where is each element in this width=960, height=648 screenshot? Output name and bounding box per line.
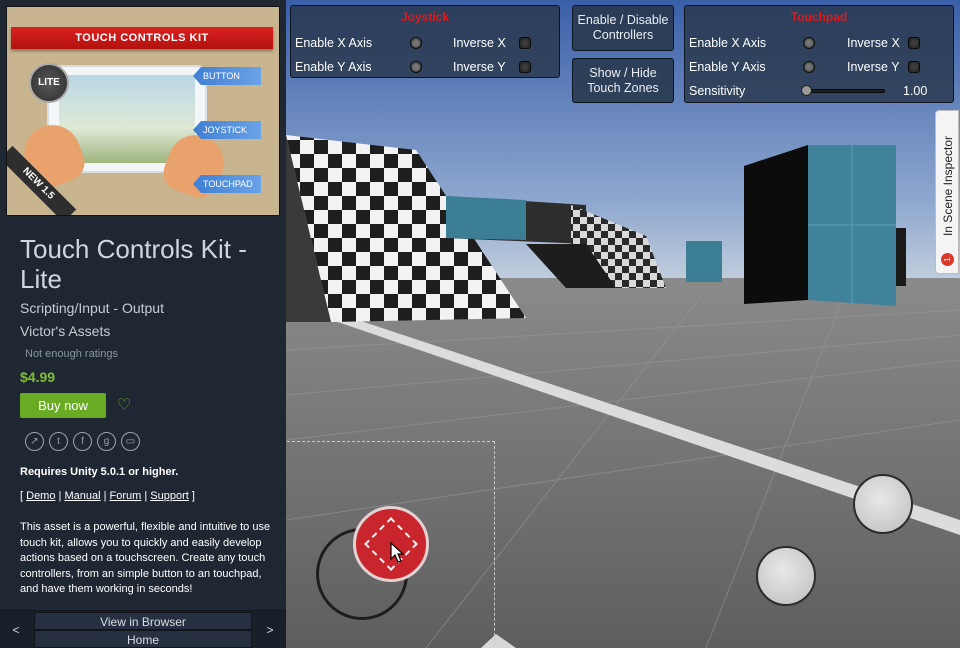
product-description: This asset is a powerful, flexible and i… (20, 521, 271, 595)
game-viewport[interactable]: Joystick Enable X Axis Inverse X Enable … (286, 0, 960, 648)
publisher-link[interactable]: Victor's Assets (20, 323, 110, 339)
google-plus-icon[interactable]: g (97, 432, 116, 451)
show-hide-touch-zones-button[interactable]: Show / Hide Touch Zones (572, 58, 674, 103)
touchpad-enable-x-toggle[interactable] (803, 37, 815, 49)
product-category-link[interactable]: Scripting/Input - Output (20, 300, 164, 316)
touch-button-upper[interactable] (853, 474, 913, 534)
joystick-enable-y-label: Enable Y Axis (295, 60, 372, 74)
resource-links: [ Demo | Manual | Forum | Support ] (20, 490, 195, 502)
touchpad-inverse-x-toggle[interactable] (908, 37, 920, 49)
previous-button[interactable]: < (0, 611, 32, 648)
inspector-tab-label: In Scene Inspector (941, 135, 955, 237)
share-link-icon[interactable]: ↗ (25, 432, 44, 451)
enable-disable-controllers-button[interactable]: Enable / Disable Controllers (572, 5, 674, 51)
forum-link[interactable]: Forum (110, 490, 142, 502)
touchpad-panel-title: Touchpad (790, 10, 848, 24)
home-button[interactable]: Home (34, 630, 252, 648)
joystick-inverse-y-label: Inverse Y (453, 60, 506, 74)
joystick-inverse-x-label: Inverse X (453, 36, 506, 50)
store-footer: < View in Browser Home > (0, 610, 286, 648)
product-hero-image: TOUCH CONTROLS KIT LITE BUTTON JOYSTICK … (6, 6, 280, 216)
support-link[interactable]: Support (150, 490, 189, 502)
touch-button-lower[interactable] (756, 546, 816, 606)
sensitivity-slider-thumb[interactable] (801, 85, 812, 96)
hero-tag-touchpad: TOUCHPAD (193, 175, 261, 193)
joystick-enable-x-toggle[interactable] (410, 37, 422, 49)
buy-now-button[interactable]: Buy now (20, 393, 106, 418)
touchpad-inverse-y-label: Inverse Y (847, 60, 900, 74)
inspector-notification-badge: 1 (941, 253, 954, 266)
twitter-icon[interactable]: t (49, 432, 68, 451)
hero-banner: TOUCH CONTROLS KIT (11, 27, 273, 49)
lite-badge: LITE (29, 63, 69, 103)
touchpad-enable-y-toggle[interactable] (803, 61, 815, 73)
touchpad-inverse-x-label: Inverse X (847, 36, 900, 50)
add-to-wishlist-icon[interactable]: ♡ (117, 396, 137, 416)
joystick-panel-title: Joystick (400, 10, 450, 24)
price-label: $4.99 (20, 369, 56, 385)
product-title: Touch Controls Kit - Lite (20, 234, 247, 294)
next-button[interactable]: > (254, 611, 286, 648)
sensitivity-slider-track[interactable] (805, 89, 885, 93)
joystick-enable-x-label: Enable X Axis (295, 36, 373, 50)
asset-store-panel: TOUCH CONTROLS KIT LITE BUTTON JOYSTICK … (0, 0, 286, 648)
manual-link[interactable]: Manual (64, 490, 100, 502)
touchpad-enable-y-label: Enable Y Axis (689, 60, 766, 74)
joystick-settings-panel: Joystick Enable X Axis Inverse X Enable … (290, 5, 560, 78)
touchpad-enable-x-label: Enable X Axis (689, 36, 767, 50)
in-scene-inspector-tab[interactable]: In Scene Inspector 1 (935, 110, 959, 274)
requirements-text: Requires Unity 5.0.1 or higher. (20, 466, 179, 478)
hero-tag-joystick: JOYSTICK (193, 121, 261, 139)
mouse-cursor-icon (390, 542, 404, 563)
ratings-text: Not enough ratings (25, 348, 118, 360)
touchpad-settings-panel: Touchpad Enable X Axis Inverse X Enable … (684, 5, 954, 103)
view-in-browser-button[interactable]: View in Browser (34, 612, 252, 630)
sensitivity-value: 1.00 (903, 84, 928, 98)
comment-icon[interactable]: ▭ (121, 432, 140, 451)
demo-link[interactable]: Demo (26, 490, 55, 502)
joystick-inverse-x-toggle[interactable] (519, 37, 531, 49)
sensitivity-label: Sensitivity (689, 84, 746, 98)
joystick-inverse-y-toggle[interactable] (519, 61, 531, 73)
facebook-icon[interactable]: f (73, 432, 92, 451)
joystick-enable-y-toggle[interactable] (410, 61, 422, 73)
touchpad-inverse-y-toggle[interactable] (908, 61, 920, 73)
share-icons: ↗ t f g ▭ (25, 432, 140, 451)
hero-tag-button: BUTTON (193, 67, 261, 85)
